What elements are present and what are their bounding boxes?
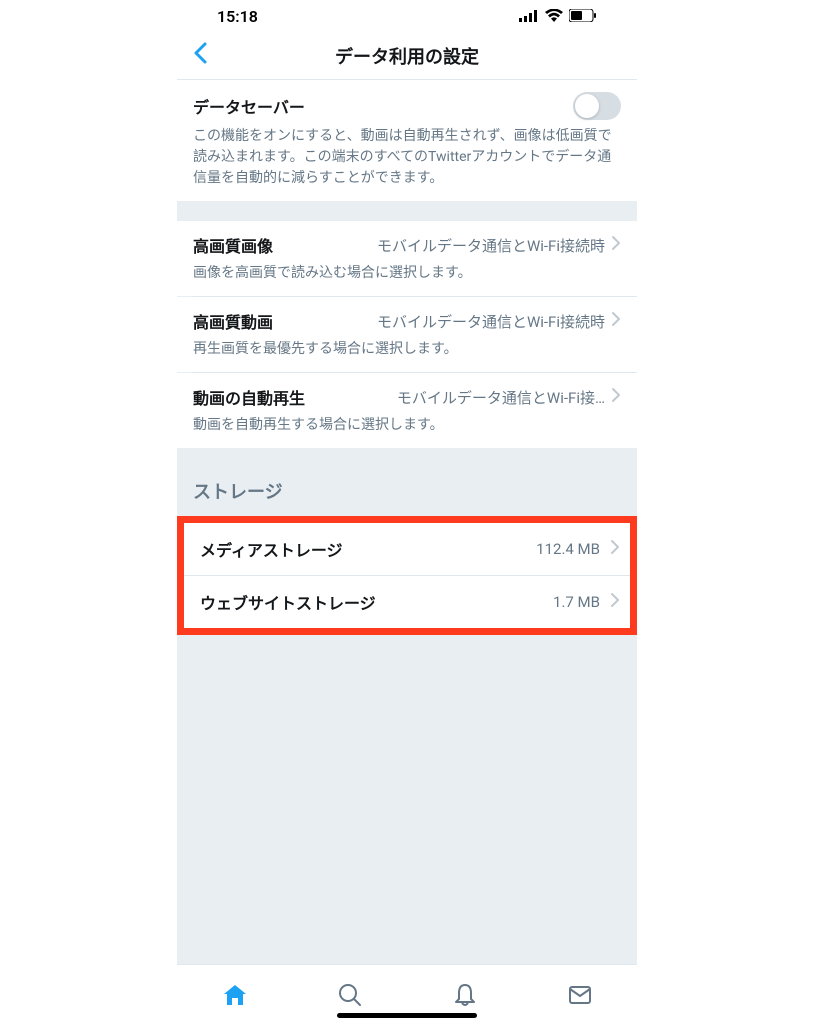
chevron-right-icon [611, 387, 621, 408]
hq-image-desc: 画像を高画質で読み込む場合に選択します。 [193, 263, 621, 284]
battery-icon [569, 7, 597, 26]
home-indicator[interactable] [337, 1013, 477, 1018]
autoplay-value: モバイルデータ通信とWi-Fi接… [305, 387, 605, 408]
hq-video-title: 高画質動画 [193, 309, 273, 333]
bell-icon [452, 982, 478, 1008]
wifi-icon [545, 7, 563, 26]
section-gap [177, 201, 637, 221]
autoplay-title: 動画の自動再生 [193, 385, 305, 409]
phone-screen: 15:18 データ利用の設定 データセーバー [177, 0, 637, 1024]
status-time: 15:18 [217, 7, 258, 26]
status-bar: 15:18 [177, 0, 637, 32]
envelope-icon [567, 982, 593, 1008]
data-saver-description: この機能をオンにすると、動画は自動再生されず、画像は低画質で読み込まれます。この… [193, 126, 621, 189]
hq-video-value: モバイルデータ通信とWi-Fi接続時 [273, 311, 605, 332]
hq-image-value: モバイルデータ通信とWi-Fi接続時 [273, 235, 605, 256]
tab-home[interactable] [210, 970, 260, 1020]
high-quality-video-row[interactable]: 高画質動画 モバイルデータ通信とWi-Fi接続時 再生画質を最優先する場合に選択… [177, 297, 637, 372]
page-title: データ利用の設定 [335, 43, 479, 69]
website-storage-title: ウェブサイトストレージ [200, 590, 376, 614]
hq-video-desc: 再生画質を最優先する場合に選択します。 [193, 339, 621, 360]
video-autoplay-row[interactable]: 動画の自動再生 モバイルデータ通信とWi-Fi接… 動画を自動再生する場合に選択… [177, 373, 637, 448]
autoplay-desc: 動画を自動再生する場合に選択します。 [193, 415, 621, 436]
status-icons [519, 7, 597, 26]
media-storage-row[interactable]: メディアストレージ 112.4 MB [184, 523, 630, 575]
cellular-icon [519, 7, 539, 26]
chevron-left-icon [193, 42, 207, 64]
tab-messages[interactable] [555, 970, 605, 1020]
website-storage-row[interactable]: ウェブサイトストレージ 1.7 MB [184, 576, 630, 628]
data-saver-title: データセーバー [193, 94, 305, 118]
chevron-right-icon [610, 539, 620, 560]
chevron-right-icon [611, 235, 621, 256]
storage-highlight-box: メディアストレージ 112.4 MB ウェブサイトストレージ 1.7 MB [177, 516, 637, 635]
hq-image-title: 高画質画像 [193, 233, 273, 257]
settings-body: データセーバー この機能をオンにすると、動画は自動再生されず、画像は低画質で読み… [177, 80, 637, 964]
chevron-right-icon [610, 592, 620, 613]
data-saver-toggle[interactable] [573, 92, 621, 120]
storage-section-header: ストレージ [177, 448, 637, 516]
tab-search[interactable] [325, 970, 375, 1020]
search-icon [337, 982, 363, 1008]
nav-header: データ利用の設定 [177, 32, 637, 80]
media-storage-value: 112.4 MB [536, 540, 600, 558]
home-icon [222, 982, 248, 1008]
tab-notifications[interactable] [440, 970, 490, 1020]
toggle-knob [575, 94, 599, 118]
high-quality-image-row[interactable]: 高画質画像 モバイルデータ通信とWi-Fi接続時 画像を高画質で読み込む場合に選… [177, 221, 637, 296]
data-saver-row: データセーバー この機能をオンにすると、動画は自動再生されず、画像は低画質で読み… [177, 80, 637, 201]
website-storage-value: 1.7 MB [553, 593, 600, 611]
chevron-right-icon [611, 311, 621, 332]
back-button[interactable] [187, 41, 213, 71]
media-storage-title: メディアストレージ [200, 537, 343, 561]
